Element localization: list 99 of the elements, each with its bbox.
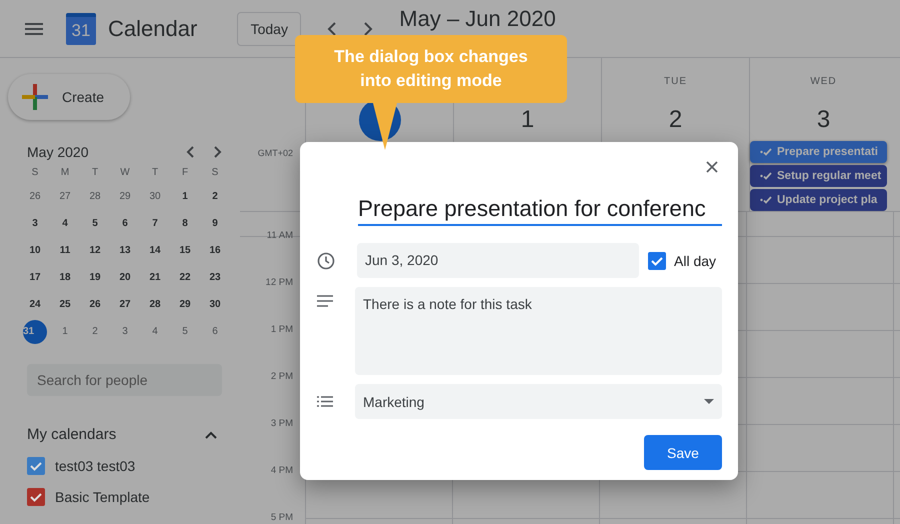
today-button[interactable]: Today [237, 12, 302, 46]
mini-calendar-day[interactable]: 30 [200, 295, 230, 315]
mini-calendar-day[interactable]: 1 [170, 187, 200, 207]
weekday-label: S [30, 166, 40, 180]
day-number[interactable]: 2 [654, 105, 696, 135]
all-day-label: All day [674, 252, 716, 268]
mini-calendar-day[interactable]: 2 [200, 187, 230, 207]
callout-text: The dialog box changes into editing mode [333, 46, 529, 92]
hour-label: 11 AM [266, 230, 293, 241]
app-title: Calendar [108, 16, 198, 42]
chevron-icon[interactable] [205, 430, 217, 438]
weekday-label: WED [810, 76, 837, 88]
mini-calendar-day[interactable]: 29 [170, 295, 200, 315]
title-field[interactable]: Prepare presentation for conferenc [358, 194, 722, 226]
calendar-logo: 31 [66, 12, 96, 44]
mini-calendar-day[interactable]: 6 [110, 214, 140, 234]
mini-calendar-day[interactable]: 30 [140, 187, 170, 207]
check-icon [760, 195, 772, 205]
note-field[interactable]: There is a note for this task [355, 287, 722, 375]
description-icon [317, 295, 333, 307]
weekday-label: T [90, 166, 100, 180]
mini-calendar-day[interactable]: 10 [20, 241, 50, 261]
mini-calendar-day[interactable]: 2 [80, 322, 110, 342]
day-number[interactable]: 1 [506, 105, 548, 135]
clock-icon [317, 252, 335, 270]
hour-label: 4 PM [270, 465, 293, 476]
previous-icon[interactable] [186, 146, 194, 158]
timezone-label: GMT+02 [258, 148, 293, 158]
list-icon [317, 396, 333, 407]
mini-calendar-day[interactable]: 17 [20, 268, 50, 288]
previous-icon[interactable] [327, 22, 338, 36]
hour-label: 3 PM [270, 418, 293, 429]
close-icon[interactable] [706, 161, 718, 173]
dropdown-caret-icon [704, 399, 714, 404]
mini-calendar-day[interactable]: 3 [110, 322, 140, 342]
mini-calendar-day[interactable]: 20 [110, 268, 140, 288]
hour-label: 1 PM [270, 324, 293, 335]
mini-calendar-day[interactable]: 19 [80, 268, 110, 288]
mini-calendar-day[interactable]: 4 [50, 214, 80, 234]
hour-label: 5 PM [270, 512, 293, 523]
mini-calendar-day[interactable]: 8 [170, 214, 200, 234]
mini-calendar-day[interactable]: 11 [50, 241, 80, 261]
check-icon [760, 147, 772, 157]
mini-calendar-day[interactable]: 16 [200, 241, 230, 261]
mini-calendar-day[interactable]: 29 [110, 187, 140, 207]
search-people-field[interactable]: Search for people [27, 364, 222, 396]
mini-calendar-day[interactable]: 28 [80, 187, 110, 207]
mini-calendar-day[interactable]: 12 [80, 241, 110, 261]
date-range-title: May – Jun 2020 [399, 6, 556, 32]
event-chip[interactable]: Setup regular meet [750, 165, 887, 187]
weekday-label: M [60, 166, 70, 180]
mini-calendar-day[interactable]: 26 [20, 187, 50, 207]
mini-calendar-day[interactable]: 28 [140, 295, 170, 315]
menu-icon[interactable] [25, 22, 43, 34]
hour-label: 12 PM [266, 277, 293, 288]
mini-calendar-day[interactable]: 1 [50, 322, 80, 342]
plus-icon [22, 84, 48, 110]
mini-calendar-day[interactable]: 15 [170, 241, 200, 261]
mini-calendar-day[interactable]: 24 [20, 295, 50, 315]
mini-calendar-title: May 2020 [27, 144, 90, 160]
mini-calendar-day[interactable]: 13 [110, 241, 140, 261]
calendar-name: test03 test03 [55, 458, 136, 474]
save-button[interactable]: Save [644, 435, 722, 470]
mini-calendar-day[interactable]: 14 [140, 241, 170, 261]
weekday-label: W [119, 166, 131, 180]
mini-calendar-day[interactable]: 9 [200, 214, 230, 234]
mini-calendar-day[interactable]: 18 [50, 268, 80, 288]
mini-calendar-day[interactable]: 21 [140, 268, 170, 288]
mini-calendar-day[interactable]: 6 [200, 322, 230, 342]
event-chip[interactable]: Update project pla [750, 189, 887, 211]
mini-calendar-day[interactable]: 26 [80, 295, 110, 315]
calendar-checkbox[interactable] [27, 488, 45, 506]
mini-calendar-day[interactable]: 25 [50, 295, 80, 315]
section-title: My calendars [27, 426, 116, 443]
next-icon[interactable] [214, 146, 222, 158]
day-number[interactable]: 3 [802, 105, 844, 135]
mini-calendar-day[interactable]: 5 [170, 322, 200, 342]
create-button[interactable]: Create [8, 74, 130, 120]
mini-calendar-day[interactable]: 31 [23, 320, 47, 344]
date-field[interactable]: Jun 3, 2020 [357, 243, 639, 278]
next-icon[interactable] [363, 22, 374, 36]
mini-calendar-day[interactable]: 27 [110, 295, 140, 315]
calendar-name: Basic Template [55, 488, 150, 504]
mini-calendar-day[interactable]: 4 [140, 322, 170, 342]
check-icon [760, 171, 772, 181]
mini-calendar-day[interactable]: 27 [50, 187, 80, 207]
weekday-label: T [150, 166, 160, 180]
weekday-label: S [210, 166, 220, 180]
mini-calendar-day[interactable]: 23 [200, 268, 230, 288]
mini-calendar-day[interactable]: 22 [170, 268, 200, 288]
mini-calendar-day[interactable]: 7 [140, 214, 170, 234]
weekday-label: TUE [664, 76, 687, 88]
hour-label: 2 PM [270, 371, 293, 382]
mini-calendar-day[interactable]: 5 [80, 214, 110, 234]
mini-calendar-day[interactable]: 3 [20, 214, 50, 234]
calendar-checkbox[interactable] [27, 456, 45, 474]
weekday-label: F [180, 166, 190, 180]
all-day-checkbox[interactable] [648, 252, 666, 270]
list-dropdown[interactable]: Marketing [355, 384, 722, 419]
